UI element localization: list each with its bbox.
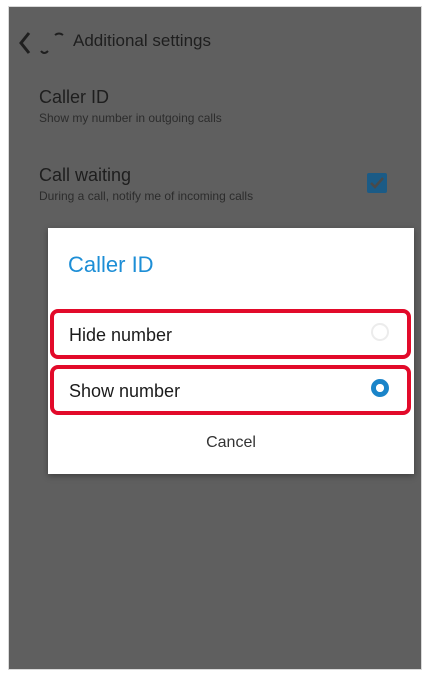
phone-screen: Additional settings Caller ID Show my nu… <box>8 6 422 670</box>
page-title: Additional settings <box>73 31 211 50</box>
option-label: Hide number <box>69 325 173 345</box>
option-show-number[interactable]: Show number <box>50 365 411 415</box>
setting-title: Call waiting <box>39 165 132 185</box>
setting-call-waiting[interactable]: Call waiting During a call, notify me of… <box>39 165 399 203</box>
setting-summary: Show my number in outgoing calls <box>39 111 222 125</box>
option-label: Show number <box>69 381 181 401</box>
back-button[interactable] <box>15 29 67 57</box>
radio-selected-icon[interactable] <box>371 379 389 397</box>
option-hide-number[interactable]: Hide number <box>50 309 411 359</box>
call-waiting-checkbox[interactable] <box>367 173 387 193</box>
checkbox-checked-icon <box>370 177 384 189</box>
setting-summary: During a call, notify me of incoming cal… <box>39 189 254 203</box>
cancel-button[interactable]: Cancel <box>48 434 414 452</box>
app-bar: Additional settings <box>9 7 421 79</box>
radio-unselected-icon[interactable] <box>371 323 389 341</box>
setting-caller-id[interactable]: Caller ID Show my number in outgoing cal… <box>39 87 399 125</box>
caller-id-dialog: Caller ID Hide number Show number Cancel <box>48 228 414 474</box>
dialog-title: Caller ID <box>68 252 154 277</box>
back-arrow-icon <box>19 32 64 54</box>
setting-title: Caller ID <box>39 87 110 107</box>
